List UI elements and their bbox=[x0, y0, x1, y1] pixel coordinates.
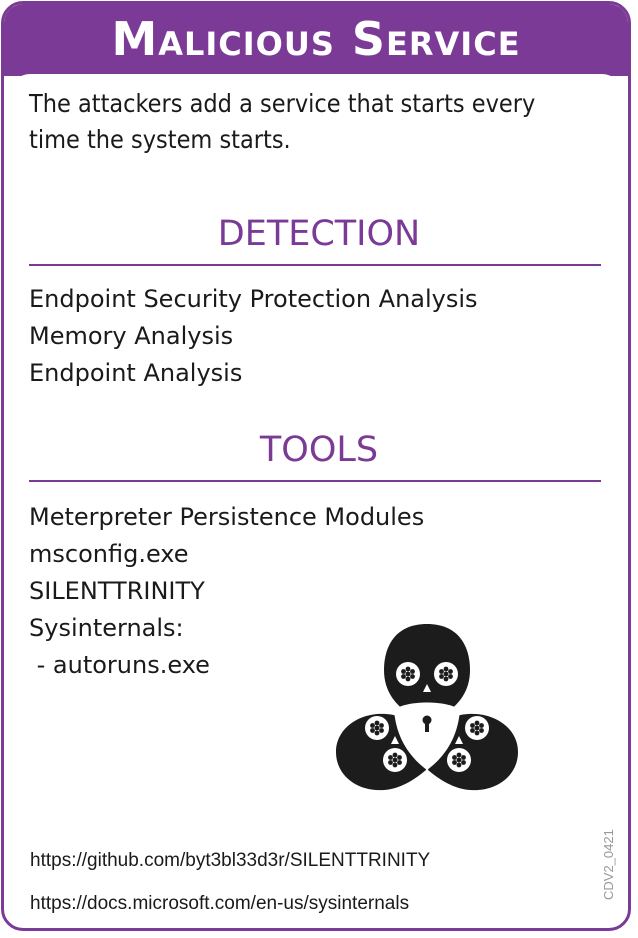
github-link[interactable]: https://github.com/byt3bl33d3r/SILENTTRI… bbox=[30, 850, 430, 872]
card-header: Malicious Service bbox=[4, 4, 628, 76]
detection-list: Endpoint Security Protection Analysis Me… bbox=[29, 281, 478, 392]
tool-item: SILENTTRINITY bbox=[29, 577, 205, 605]
tool-item: Meterpreter Persistence Modules bbox=[29, 503, 425, 531]
tool-item: msconfig.exe bbox=[29, 540, 189, 568]
tools-heading: TOOLS bbox=[259, 430, 379, 470]
card-title: Malicious Service bbox=[111, 12, 521, 66]
detection-item: Endpoint Analysis bbox=[29, 359, 243, 387]
card-description: The attackers add a service that starts … bbox=[29, 89, 536, 154]
tools-divider bbox=[29, 480, 601, 482]
detection-item: Memory Analysis bbox=[29, 322, 234, 350]
skull-lock-trefoil-icon bbox=[336, 624, 518, 791]
sysinternals-link[interactable]: https://docs.microsoft.com/en-us/sysinte… bbox=[30, 893, 409, 915]
detection-item: Endpoint Security Protection Analysis bbox=[29, 285, 478, 313]
card-code: CDV2_0421 bbox=[601, 829, 616, 900]
detection-divider bbox=[29, 264, 601, 266]
detection-heading: DETECTION bbox=[217, 214, 421, 254]
